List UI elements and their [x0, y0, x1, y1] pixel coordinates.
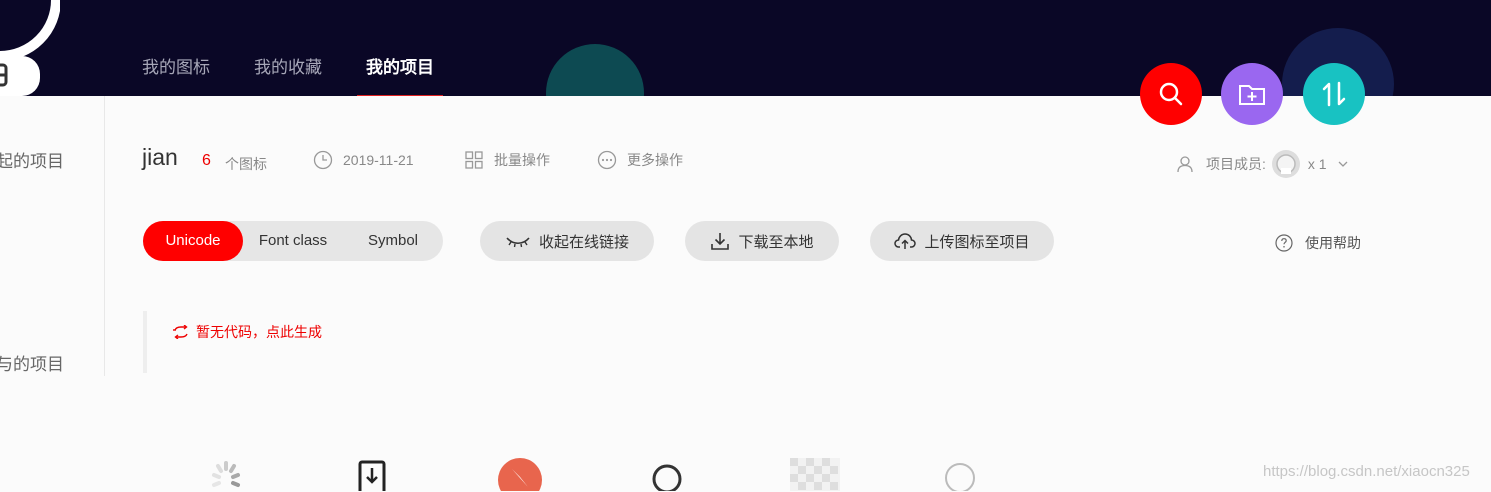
code-format-tabs: Unicode Font class Symbol [143, 221, 443, 261]
sort-button[interactable] [1303, 63, 1365, 125]
decorative-circle [546, 44, 644, 96]
icon-count: 6 [202, 152, 211, 169]
code-panel: 暂无代码，点此生成 [143, 311, 322, 373]
user-icon [1177, 156, 1193, 173]
sidebar-item-joined-projects[interactable]: 与的项目 [0, 350, 64, 375]
project-sidebar: 起的项目 与的项目 [0, 96, 105, 376]
grid-icon [465, 151, 483, 169]
clock-icon [313, 150, 333, 170]
project-name: jian [142, 144, 178, 170]
collapse-online-link-button[interactable]: 收起在线链接 [480, 221, 654, 261]
avatar [1271, 150, 1300, 178]
members-label: 项目成员: [1206, 156, 1266, 172]
upload-icons-button[interactable]: 上传图标至项目 [870, 221, 1054, 261]
loading-spinner-icon[interactable] [205, 458, 247, 492]
generate-code-label: 暂无代码，点此生成 [196, 324, 322, 340]
compass-icon[interactable] [497, 457, 543, 491]
generate-code-link[interactable]: 暂无代码，点此生成 [172, 322, 322, 342]
tab-unicode[interactable]: Unicode [143, 221, 243, 261]
refresh-icon [173, 325, 188, 339]
phone-download-icon[interactable] [357, 460, 387, 491]
members-count: x 1 [1307, 156, 1327, 172]
help-link[interactable]: 使用帮助 [1275, 233, 1361, 253]
batch-operation-button[interactable]: 批量操作 [464, 150, 550, 170]
more-icon [597, 150, 617, 170]
more-label: 更多操作 [627, 152, 683, 168]
folder-add-icon [1239, 85, 1265, 105]
project-date: 2019-11-21 [313, 150, 414, 170]
circle-outline-icon[interactable] [943, 461, 977, 491]
watermark: https://blog.csdn.net/xiaocn325 [1263, 463, 1470, 480]
default-avatar-icon [1276, 154, 1296, 174]
download-label: 下载至本地 [738, 233, 814, 251]
search-icon [1159, 82, 1183, 106]
transparent-pattern-icon[interactable] [790, 458, 840, 491]
icon-count-label: 个图标 [225, 156, 267, 172]
tab-symbol[interactable]: Symbol [343, 221, 443, 261]
batch-label: 批量操作 [494, 152, 550, 168]
project-members[interactable]: 项目成员: x 1 [1176, 150, 1349, 178]
search-outline-icon[interactable] [650, 463, 684, 491]
cloud-upload-icon [894, 233, 917, 249]
tab-font-class[interactable]: Font class [243, 221, 343, 261]
upload-label: 上传图标至项目 [924, 233, 1030, 251]
nav-my-icons[interactable]: 我的图标 [142, 53, 210, 96]
help-label: 使用帮助 [1305, 235, 1361, 251]
main-nav: 我的图标 我的收藏 我的项目 [142, 53, 478, 96]
astronaut-mascot-icon [0, 0, 60, 96]
download-button[interactable]: 下载至本地 [685, 221, 839, 261]
nav-my-projects[interactable]: 我的项目 [357, 53, 443, 96]
nav-my-favorites[interactable]: 我的收藏 [254, 53, 322, 96]
download-icon [711, 233, 730, 250]
more-operations-button[interactable]: 更多操作 [597, 150, 683, 170]
eye-closed-icon [506, 237, 530, 248]
add-folder-button[interactable] [1221, 63, 1283, 125]
collapse-link-label: 收起在线链接 [538, 233, 629, 251]
sort-icon [1322, 81, 1346, 107]
sidebar-item-created-projects[interactable]: 起的项目 [0, 147, 64, 172]
question-icon [1275, 234, 1293, 252]
chevron-down-icon [1338, 161, 1348, 167]
search-button[interactable] [1140, 63, 1202, 125]
date-text: 2019-11-21 [343, 152, 414, 168]
